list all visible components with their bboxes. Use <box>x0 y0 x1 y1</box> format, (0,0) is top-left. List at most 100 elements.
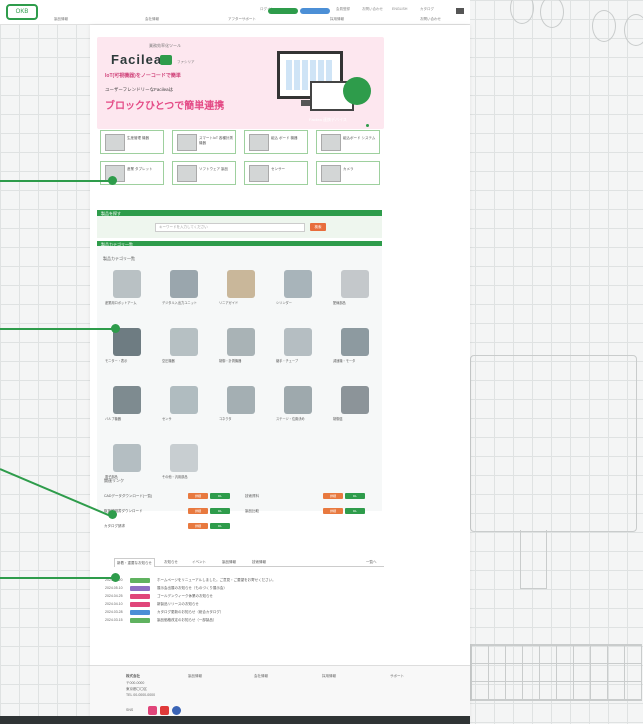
header-link[interactable]: お問い合わせ <box>362 7 383 12</box>
site-header: OKB ログイン 会員登録 お問い合わせ ENGLISH カタログ 製品情報 会… <box>0 0 470 25</box>
news-title[interactable]: ゴールデンウィーク休業のお知らせ <box>157 594 213 599</box>
page-content: 業務効率化ツール Facilea ファシリア IoT(可視機器)をノーコードで簡… <box>90 25 470 724</box>
news-item[interactable]: 2024.05.20ホームページをリニューアルしました。ご意見・ご要望をお寄せく… <box>105 578 365 584</box>
news-title[interactable]: 新製品リリースのお知らせ <box>157 602 199 607</box>
news-item[interactable]: 2024.03.28 カタログ更新のお知らせ（総合カタログ） <box>105 610 365 616</box>
download-button[interactable]: DL <box>210 493 230 499</box>
header-pill-blue[interactable] <box>300 8 330 14</box>
product-category-item[interactable]: 制御盤 <box>333 384 378 434</box>
header-link[interactable]: カタログ <box>420 7 434 12</box>
detail-button[interactable]: 詳細 <box>188 523 208 529</box>
related-row[interactable]: 製品比較 詳細 DL <box>245 508 375 515</box>
product-category-item[interactable]: 産業用ロボットアーム <box>105 268 150 318</box>
product-label: デジタル入出力ユニット <box>162 301 197 305</box>
product-image <box>284 270 312 298</box>
footer-link[interactable]: サポート <box>390 674 404 679</box>
related-row[interactable]: CADデータダウンロード(一覧) 詳細 DL <box>104 493 234 500</box>
category-image <box>321 134 341 151</box>
youtube-icon[interactable] <box>160 706 169 715</box>
related-row[interactable]: 取扱説明書ダウンロード 詳細 DL <box>104 508 234 515</box>
carousel-dot[interactable] <box>366 124 369 127</box>
product-category-item[interactable]: リニアガイド <box>219 268 264 318</box>
category-image <box>177 134 197 151</box>
product-category-item[interactable]: コネクタ <box>219 384 264 434</box>
footer-link[interactable]: 採用情報 <box>322 674 336 679</box>
related-row[interactable]: 技術資料 詳細 DL <box>245 493 375 500</box>
callout-dot <box>111 324 120 333</box>
tab-events[interactable]: イベント <box>190 558 208 566</box>
related-heading: 関連リンク <box>104 478 124 483</box>
product-category-item[interactable]: デジタル入出力ユニット <box>162 268 207 318</box>
related-row[interactable]: カタログ請求 詳細 DL <box>104 523 234 530</box>
product-category-item[interactable]: シリンダー <box>276 268 321 318</box>
tab-news[interactable]: お知らせ <box>162 558 180 566</box>
category-tile[interactable]: スマートIoT 各種計測機器 <box>172 130 236 154</box>
footer-tel: TEL 00-0000-0000 <box>126 693 156 697</box>
nav-item[interactable]: 製品情報 <box>54 17 68 22</box>
product-category-item[interactable]: 配線部品 <box>333 268 378 318</box>
nav-item[interactable]: 採用情報 <box>330 17 344 22</box>
product-image <box>284 386 312 414</box>
nav-item[interactable]: アフターサポート <box>228 17 256 22</box>
nav-item[interactable]: 会社情報 <box>145 17 159 22</box>
detail-button[interactable]: 詳細 <box>323 508 343 514</box>
category-tile[interactable]: 生産管理 機器 <box>100 130 164 154</box>
download-button[interactable]: DL <box>345 508 365 514</box>
product-category-item[interactable]: モニター・表示 <box>105 326 150 376</box>
nav-item[interactable]: お問い合わせ <box>420 17 441 22</box>
search-input[interactable]: キーワードを入力してください <box>155 223 305 232</box>
news-title[interactable]: ホームページをリニューアルしました。ご意見・ご要望をお寄せください。 <box>157 578 276 583</box>
detail-button[interactable]: 詳細 <box>188 508 208 514</box>
hero-subtitle: 業務効率化ツール <box>149 43 181 48</box>
category-tile[interactable]: ソフトウェア 製品 <box>172 161 236 185</box>
news-title[interactable]: カタログ更新のお知らせ（総合カタログ） <box>157 610 223 615</box>
menu-icon[interactable] <box>456 8 464 14</box>
news-item[interactable]: 2024.05.10 展示会出展のお知らせ（ものづくり展示会） <box>105 586 365 592</box>
product-image <box>227 270 255 298</box>
product-image <box>113 386 141 414</box>
news-date: 2024.05.10 <box>105 586 123 590</box>
footer-link[interactable]: 製品情報 <box>188 674 202 679</box>
news-item[interactable]: 2024.03.15 製品価格改定のお知らせ（一部製品） <box>105 618 365 624</box>
product-category-item[interactable]: ステージ・位置決め <box>276 384 321 434</box>
hero-banner[interactable]: 業務効率化ツール Facilea ファシリア IoT(可視機器)をノーコードで簡… <box>97 37 384 129</box>
hero-line-2: ユーザーフレンドリーなFacileaは <box>105 87 174 92</box>
related-label: 製品比較 <box>245 509 259 513</box>
detail-button[interactable]: 詳細 <box>188 493 208 499</box>
product-category-item[interactable]: バルブ機器 <box>105 384 150 434</box>
download-button[interactable]: DL <box>210 508 230 514</box>
product-category-item[interactable]: センサ <box>162 384 207 434</box>
news-category-badge <box>130 586 150 591</box>
news-more-link[interactable]: 一覧へ <box>364 558 379 566</box>
news-title[interactable]: 製品価格改定のお知らせ（一部製品） <box>157 618 216 623</box>
tab-products[interactable]: 製品情報 <box>220 558 238 566</box>
category-tile[interactable]: センサー <box>244 161 308 185</box>
tab-tech[interactable]: 技術情報 <box>250 558 268 566</box>
search-button[interactable]: 検索 <box>310 223 326 231</box>
detail-button[interactable]: 詳細 <box>323 493 343 499</box>
facebook-icon[interactable] <box>172 706 181 715</box>
product-category-item[interactable]: その他・汎用部品 <box>162 442 207 492</box>
tab-news-all[interactable]: 新着・重要なお知らせ <box>114 558 155 567</box>
site-logo[interactable]: OKB <box>6 4 38 20</box>
product-category-item[interactable]: 空圧機器 <box>162 326 207 376</box>
download-button[interactable]: DL <box>210 523 230 529</box>
header-link[interactable]: ENGLISH <box>392 7 407 11</box>
news-item[interactable]: 2024.04.25 ゴールデンウィーク休業のお知らせ <box>105 594 365 600</box>
related-label: 技術資料 <box>245 494 259 498</box>
product-category-item[interactable]: 減速機・モータ <box>333 326 378 376</box>
product-category-item[interactable]: 電子部品 <box>105 442 150 492</box>
download-button[interactable]: DL <box>345 493 365 499</box>
instagram-icon[interactable] <box>148 706 157 715</box>
callout-line <box>0 328 115 330</box>
footer-link[interactable]: 会社情報 <box>254 674 268 679</box>
product-category-item[interactable]: 制御・計測機器 <box>219 326 264 376</box>
news-item[interactable]: 2024.04.10 新製品リリースのお知らせ <box>105 602 365 608</box>
header-link[interactable]: 会員登録 <box>336 7 350 12</box>
news-title[interactable]: 展示会出展のお知らせ（ものづくり展示会） <box>157 586 227 591</box>
category-tile[interactable]: カメラ <box>316 161 380 185</box>
header-pill-green[interactable] <box>268 8 298 14</box>
category-tile[interactable]: 組込 ボード 機器 <box>244 130 308 154</box>
product-category-item[interactable]: 継手・チューブ <box>276 326 321 376</box>
category-tile[interactable]: 組込ボード システム <box>316 130 380 154</box>
